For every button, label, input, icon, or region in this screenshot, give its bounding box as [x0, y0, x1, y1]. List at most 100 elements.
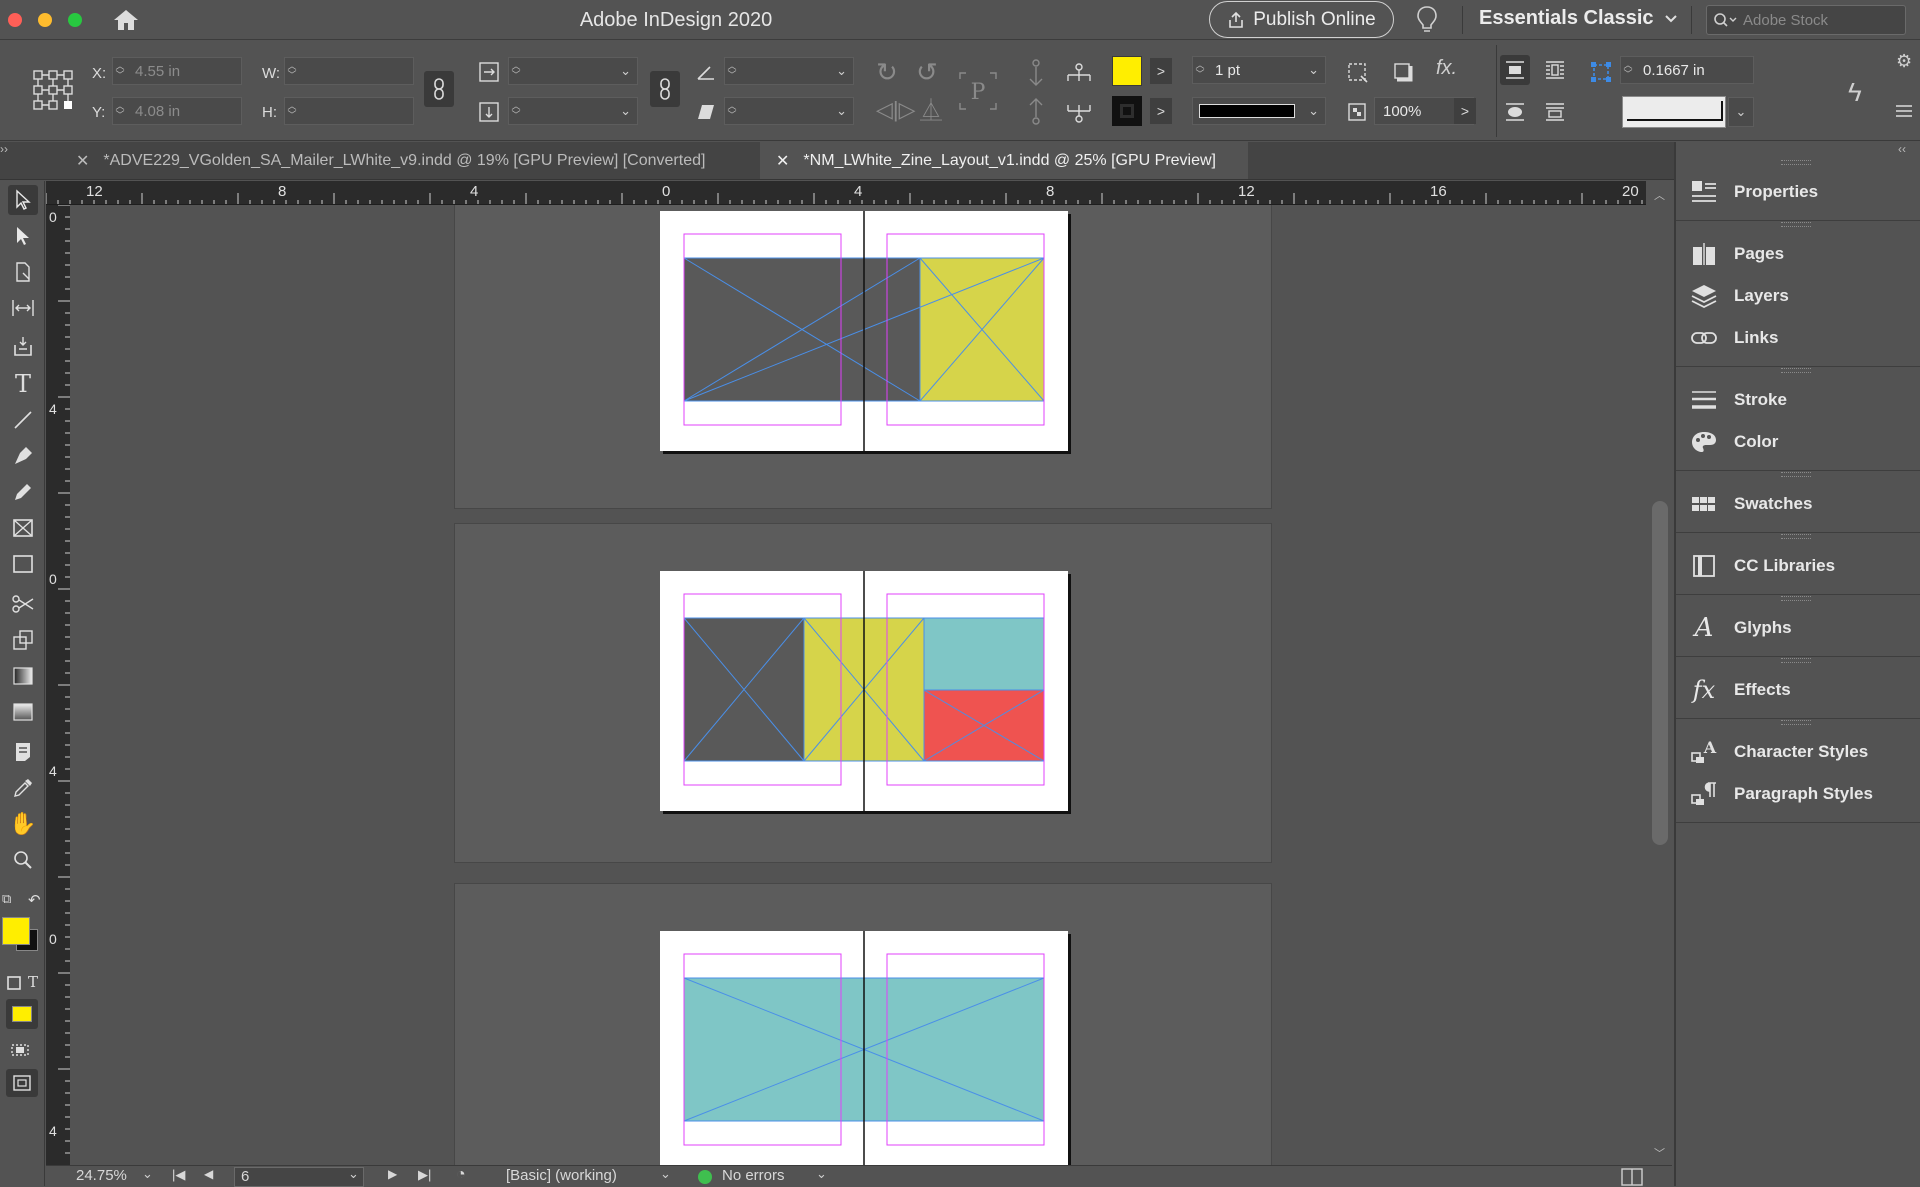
zoom-level[interactable]: 24.75%	[76, 1167, 127, 1184]
scroll-down-arrow[interactable]: ﹀	[1654, 1145, 1665, 1161]
spread-1[interactable]	[660, 211, 1068, 451]
panel-group-grip[interactable]	[1781, 368, 1811, 373]
chevron-down-icon[interactable]: ⌄	[620, 63, 631, 79]
panel-character-styles[interactable]: A Character Styles	[1690, 732, 1868, 772]
select-next-object-icon[interactable]	[1064, 63, 1094, 85]
direct-selection-tool[interactable]	[8, 221, 38, 251]
scale-x-field[interactable]: ︿ ﹀ ⌄	[508, 57, 638, 85]
panel-group-grip[interactable]	[1781, 160, 1811, 165]
wrap-around-bounding-box-button[interactable]	[1500, 55, 1530, 85]
rotate-clockwise-icon[interactable]: ↻	[876, 57, 898, 88]
panel-glyphs[interactable]: A Glyphs	[1690, 608, 1792, 648]
chevron-down-icon[interactable]: ⌄	[836, 63, 847, 79]
document-canvas[interactable]	[70, 205, 1648, 1165]
scrollbar-thumb[interactable]	[1652, 501, 1668, 845]
gradient-feather-tool[interactable]	[8, 697, 38, 727]
panel-layers[interactable]: Layers	[1690, 276, 1789, 316]
rectangle-tool[interactable]	[8, 549, 38, 579]
chevron-down-icon[interactable]: ⌄	[620, 103, 631, 119]
swap-fill-stroke-icon[interactable]: ↶	[28, 891, 41, 909]
adobe-stock-search[interactable]: Adobe Stock	[1706, 5, 1906, 35]
chevron-down-icon[interactable]: ⌄	[660, 1166, 671, 1182]
hand-icon[interactable]: ✋	[8, 809, 38, 839]
spread-2[interactable]	[660, 571, 1068, 811]
chevron-down-icon[interactable]: ⌄	[1308, 103, 1319, 119]
y-position-field[interactable]: ︿ ﹀ 4.08 in	[112, 97, 242, 125]
width-field[interactable]: ︿ ﹀	[284, 57, 414, 85]
scissors-tool[interactable]	[8, 589, 38, 619]
type-tool-icon[interactable]: T	[8, 369, 38, 399]
content-collector-tool[interactable]	[8, 331, 38, 361]
rotation-angle-field[interactable]: ︿ ﹀ ⌄	[724, 57, 854, 85]
quick-actions-lightning-icon[interactable]: ϟ	[1848, 77, 1862, 108]
stroke-menu-arrow[interactable]: >	[1150, 98, 1172, 124]
select-content-icon[interactable]	[1024, 97, 1048, 125]
gap-tool[interactable]	[8, 293, 38, 323]
split-view-icon[interactable]	[1620, 1166, 1644, 1186]
panel-cc-libraries[interactable]: CC Libraries	[1690, 546, 1835, 586]
height-field[interactable]: ︿ ﹀	[284, 97, 414, 125]
constrain-scale-button[interactable]	[650, 71, 680, 107]
path-reference-icon[interactable]: P	[958, 71, 998, 111]
opacity-menu-arrow[interactable]: >	[1454, 98, 1476, 124]
panel-menu-icon[interactable]	[1894, 103, 1914, 119]
zoom-tool[interactable]	[8, 845, 38, 875]
selection-tool[interactable]	[8, 185, 38, 215]
image-frame-teal[interactable]	[923, 617, 1045, 691]
stroke-weight-field[interactable]: ︿ ﹀ 1 pt ⌄	[1192, 56, 1326, 84]
close-tab-icon[interactable]: ✕	[76, 151, 89, 171]
line-tool[interactable]	[8, 405, 38, 435]
wrap-object-shape-icon[interactable]	[1544, 59, 1566, 81]
pencil-tool[interactable]	[8, 477, 38, 507]
panel-group-grip[interactable]	[1781, 720, 1811, 725]
collapse-toolbar-icon[interactable]: ››	[0, 142, 8, 156]
stroke-swatch[interactable]	[1112, 96, 1142, 126]
shear-stepper[interactable]: ︿ ﹀	[725, 99, 739, 123]
screen-mode-icon[interactable]	[8, 1039, 34, 1061]
pen-tool[interactable]	[8, 441, 38, 471]
workspace-switcher[interactable]: Essentials Classic	[1479, 7, 1678, 30]
x-stepper[interactable]: ︿ ﹀	[113, 59, 127, 83]
horizontal-ruler[interactable]: 12 8 4 0 4 8 12 16 20	[46, 181, 1646, 205]
last-page-icon[interactable]: ▶|	[418, 1167, 431, 1183]
jump-object-icon[interactable]	[1504, 101, 1526, 123]
formatting-affects-text-icon[interactable]: T	[28, 973, 38, 991]
scale-y-field[interactable]: ︿ ﹀ ⌄	[508, 97, 638, 125]
first-page-icon[interactable]: |◀	[172, 1167, 185, 1183]
publish-online-button[interactable]: Publish Online	[1209, 1, 1394, 38]
shear-angle-field[interactable]: ︿ ﹀ ⌄	[724, 97, 854, 125]
chevron-down-icon[interactable]: ⌄	[816, 1166, 827, 1182]
scroll-up-arrow[interactable]: ︿	[1654, 187, 1665, 203]
select-container-icon[interactable]	[1024, 59, 1048, 87]
note-tool[interactable]	[8, 737, 38, 767]
panel-group-grip[interactable]	[1781, 472, 1811, 477]
x-position-field[interactable]: ︿ ﹀ 4.55 in	[112, 57, 242, 85]
wrap-shape-preview[interactable]	[1622, 96, 1726, 128]
panel-group-grip[interactable]	[1781, 596, 1811, 601]
chevron-down-icon[interactable]: ⌄	[1728, 97, 1754, 127]
panel-group-grip[interactable]	[1781, 658, 1811, 663]
fill-swatch[interactable]	[1112, 56, 1142, 86]
chevron-down-icon[interactable]: ⌄	[1308, 62, 1319, 78]
panel-swatches[interactable]: Swatches	[1690, 484, 1812, 524]
tab-adve229-mailer[interactable]: ✕ *ADVE229_VGolden_SA_Mailer_LWhite_v9.i…	[60, 142, 740, 179]
apply-color-button[interactable]	[6, 999, 38, 1029]
flip-vertical-icon[interactable]: ⏅	[920, 93, 942, 125]
preflight-profile[interactable]: [Basic] (working)	[506, 1167, 617, 1184]
lightbulb-icon[interactable]	[1416, 5, 1438, 35]
panel-group-grip[interactable]	[1781, 534, 1811, 539]
rotation-stepper[interactable]: ︿ ﹀	[725, 59, 739, 83]
vertical-ruler[interactable]: 0 4 0 4 0 4	[46, 205, 70, 1165]
panel-stroke[interactable]: Stroke	[1690, 380, 1787, 420]
eyedropper-tool[interactable]	[8, 773, 38, 803]
fill-proxy[interactable]	[2, 917, 30, 945]
close-tab-icon[interactable]: ✕	[776, 151, 789, 171]
height-stepper[interactable]: ︿ ﹀	[285, 99, 299, 123]
preflight-status[interactable]: No errors	[722, 1167, 785, 1184]
stroke-weight-stepper[interactable]: ︿ ﹀	[1193, 58, 1207, 82]
flip-horizontal-icon[interactable]: ◁|▷	[876, 97, 916, 123]
wrap-offset-stepper[interactable]: ︿ ﹀	[1621, 58, 1635, 82]
panel-color[interactable]: Color	[1690, 422, 1778, 462]
drop-shadow-icon[interactable]	[1392, 61, 1416, 83]
gradient-swatch-tool[interactable]	[8, 661, 38, 691]
